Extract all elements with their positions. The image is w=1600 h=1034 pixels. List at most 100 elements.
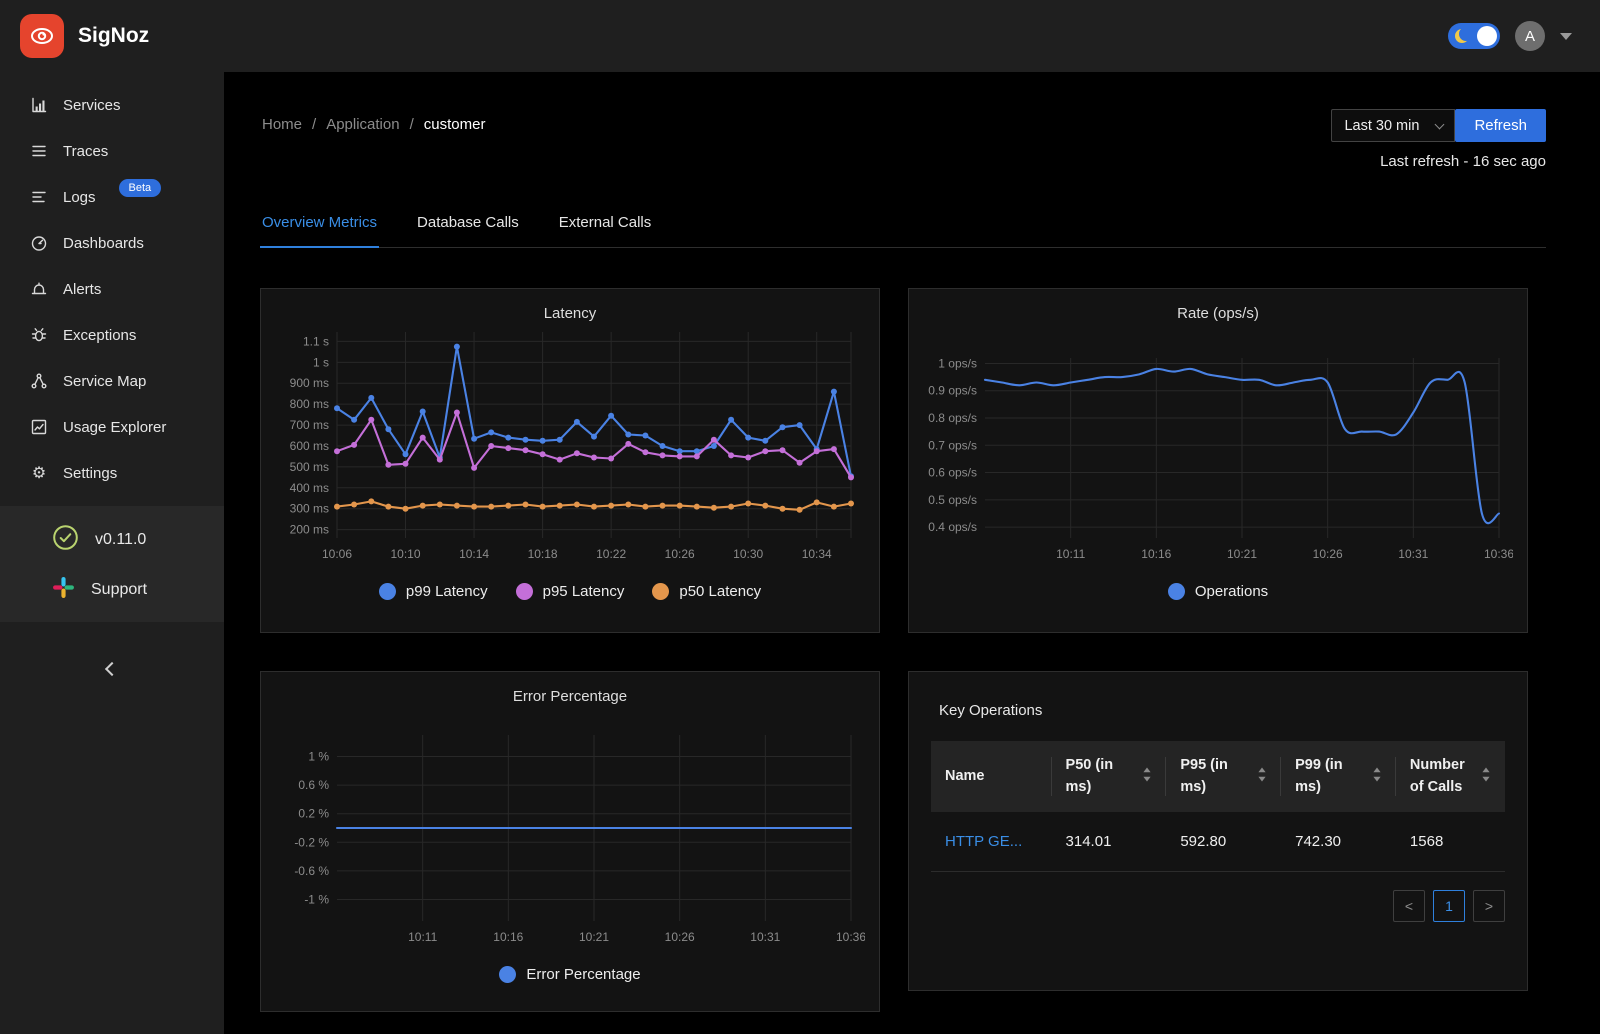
time-range-select[interactable]: Last 30 min	[1331, 109, 1456, 142]
toggle-knob	[1477, 26, 1497, 46]
operation-link[interactable]: HTTP GE...	[945, 833, 1022, 850]
tab-external-calls[interactable]: External Calls	[557, 214, 654, 247]
sort-icon	[1257, 766, 1267, 787]
panels-grid: Latency 1.1 s 1 s 900 ms 800 ms 700 ms 600 ms…	[260, 288, 1546, 1012]
y-tick-label: -0.6 %	[294, 864, 329, 878]
breadcrumb-application[interactable]: Application	[326, 116, 399, 133]
y-tick-label: 700 ms	[290, 418, 329, 432]
x-tick-label: 10:06	[322, 547, 352, 561]
sidebar-item-exceptions[interactable]: Exceptions	[0, 312, 224, 358]
refresh-button[interactable]: Refresh	[1455, 109, 1546, 142]
legend-item-operations[interactable]: Operations	[1167, 583, 1268, 600]
x-tick-label: 10:18	[528, 547, 558, 561]
metric-cell: 1568	[1395, 811, 1505, 872]
top-header-bar: SigNoz A	[0, 0, 1600, 72]
chevron-down-icon	[1435, 119, 1445, 129]
time-range-value: Last 30 min	[1344, 117, 1420, 134]
version-row[interactable]: v0.11.0	[0, 514, 224, 566]
y-tick-label: 600 ms	[290, 439, 329, 453]
sidebar: Services Traces Logs Beta Dashboards Alerts Ex…	[0, 72, 224, 1034]
table-row: HTTP GE... 314.01 592.80 742.30 1568	[931, 811, 1505, 872]
column-header-p95-in-ms[interactable]: P95 (in ms)	[1166, 741, 1281, 812]
y-tick-label: 800 ms	[290, 397, 329, 411]
gear-icon: ⚙	[31, 465, 47, 482]
theme-toggle[interactable]	[1448, 23, 1500, 49]
x-tick-label: 10:34	[802, 547, 832, 561]
error-percentage-panel: Error Percentage 1 % 0.6 % 0.2 % -0.2 % -0.6…	[260, 671, 880, 1012]
x-tick-label: 10:26	[665, 547, 695, 561]
key-operations-panel: Key Operations Name P50 (in ms) P95 (in ms…	[908, 671, 1528, 991]
sidebar-item-logs[interactable]: Logs Beta	[0, 174, 224, 220]
column-header-label: Number of Calls	[1409, 757, 1465, 796]
column-header-p99-in-ms[interactable]: P99 (in ms)	[1281, 741, 1396, 812]
sidebar-item-service-map[interactable]: Service Map	[0, 358, 224, 404]
sidebar-item-dashboards[interactable]: Dashboards	[0, 220, 224, 266]
operation-name-cell: HTTP GE...	[931, 811, 1052, 872]
pagination-prev-button[interactable]: <	[1393, 889, 1425, 922]
latency-plot: 1.1 s 1 s 900 ms 800 ms 700 ms 600 ms 500 ms 40…	[290, 332, 854, 561]
y-tick-label: 900 ms	[290, 376, 329, 390]
x-tick-label: 10:16	[1141, 547, 1171, 561]
brand: SigNoz	[20, 14, 149, 58]
sidebar-item-usage-explorer[interactable]: Usage Explorer	[0, 404, 224, 450]
table-body: HTTP GE... 314.01 592.80 742.30 1568	[931, 811, 1505, 872]
breadcrumb-home[interactable]: Home	[262, 116, 302, 133]
align-lines-icon	[30, 142, 48, 160]
pagination-next-button[interactable]: >	[1473, 889, 1505, 922]
sidebar-item-label: Usage Explorer	[63, 418, 167, 436]
breadcrumb-customer: customer	[423, 116, 486, 133]
tab-overview-metrics[interactable]: Overview Metrics	[260, 214, 380, 248]
legend-dot	[515, 583, 533, 600]
column-header-label: P99 (in ms)	[1295, 757, 1343, 796]
y-tick-label: 0.9 ops/s	[928, 384, 977, 398]
chevron-left-icon	[104, 661, 120, 677]
sidebar-item-alerts[interactable]: Alerts	[0, 266, 224, 312]
column-header-p50-in-ms[interactable]: P50 (in ms)	[1052, 741, 1167, 812]
sidebar-item-label: Settings	[63, 464, 118, 482]
column-header-number-of-calls[interactable]: Number of Calls	[1396, 741, 1505, 812]
brand-name: SigNoz	[78, 24, 150, 47]
chevron-down-icon[interactable]	[1560, 32, 1572, 40]
x-tick-label: 10:11	[1056, 547, 1085, 561]
legend-item-error-percentage[interactable]: Error Percentage	[499, 966, 641, 983]
y-tick-label: 500 ms	[290, 460, 329, 474]
signoz-logo-icon	[20, 14, 64, 58]
legend-item-p95-latency[interactable]: p95 Latency	[515, 583, 625, 600]
error-percentage-title: Error Percentage	[512, 688, 628, 705]
line-chart-icon	[30, 418, 48, 436]
y-tick-label: 1 ops/s	[938, 356, 977, 370]
sort-icon	[1142, 766, 1152, 787]
y-tick-label: 0.2 %	[298, 807, 329, 821]
key-operations-table: Name P50 (in ms) P95 (in ms) P99 (in ms) Num…	[931, 741, 1505, 872]
pagination: < 1 >	[931, 889, 1505, 922]
y-tick-label: 1.1 s	[303, 334, 329, 348]
metric-cell: 742.30	[1281, 811, 1396, 872]
pagination-page-1-button[interactable]: 1	[1433, 889, 1465, 922]
legend-label: p95 Latency	[542, 583, 625, 600]
y-tick-label: 400 ms	[290, 481, 329, 495]
y-tick-label: 1 %	[308, 749, 329, 763]
metric-cell: 592.80	[1166, 811, 1282, 872]
sidebar-item-label: Alerts	[63, 280, 102, 298]
sidebar-collapse-button[interactable]	[0, 661, 224, 677]
sidebar-item-settings[interactable]: ⚙ Settings	[0, 450, 224, 496]
support-row[interactable]: Support	[0, 566, 224, 614]
legend-dot	[378, 583, 396, 600]
sidebar-item-traces[interactable]: Traces	[0, 128, 224, 174]
y-tick-label: 0.8 ops/s	[928, 411, 977, 425]
legend-item-p50-latency[interactable]: p50 Latency	[652, 583, 761, 600]
x-tick-label: 10:10	[391, 547, 421, 561]
legend-item-p99-latency[interactable]: p99 Latency	[378, 583, 488, 600]
sidebar-item-services[interactable]: Services	[0, 82, 224, 128]
x-tick-label: 10:22	[596, 547, 626, 561]
y-tick-label: 0.4 ops/s	[928, 520, 977, 534]
column-header-label: P50 (in ms)	[1065, 757, 1114, 796]
moon-icon	[1455, 29, 1469, 43]
legend-dot	[1167, 583, 1185, 600]
tab-database-calls[interactable]: Database Calls	[415, 214, 521, 247]
legend-dot	[499, 966, 517, 983]
avatar[interactable]: A	[1515, 21, 1545, 51]
sidebar-item-label: Service Map	[63, 372, 147, 390]
error-percentage-legend: Error Percentage	[261, 966, 879, 983]
y-tick-label: 0.7 ops/s	[928, 438, 977, 452]
